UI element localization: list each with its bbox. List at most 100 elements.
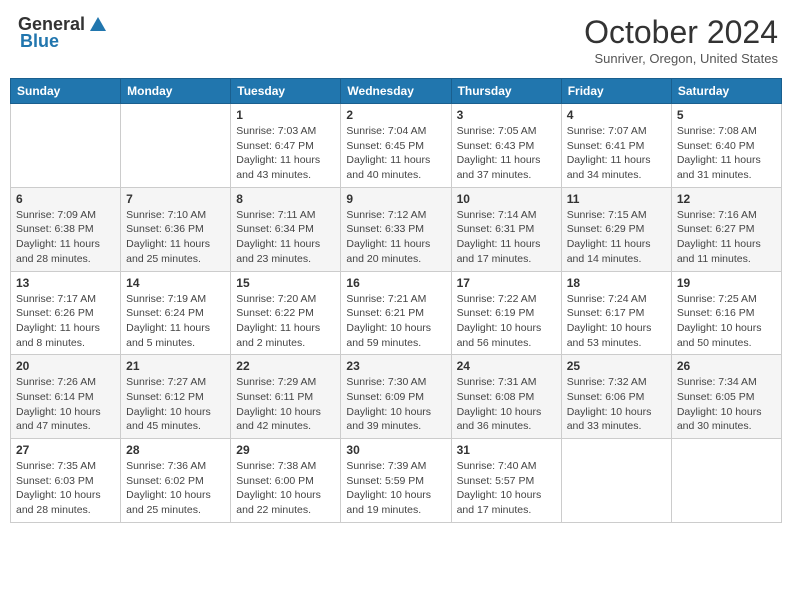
cell-line: Daylight: 11 hours and 43 minutes. (236, 154, 320, 181)
day-of-week-header: Thursday (451, 79, 561, 104)
day-number: 19 (677, 276, 776, 290)
cell-line: Daylight: 10 hours and 59 minutes. (346, 322, 431, 349)
cell-line: Sunrise: 7:36 AM (126, 460, 206, 472)
cell-line: Sunset: 6:29 PM (567, 223, 645, 235)
cell-line: Sunset: 6:08 PM (457, 391, 535, 403)
calendar-cell: 5Sunrise: 7:08 AMSunset: 6:40 PMDaylight… (671, 104, 781, 188)
cell-line: Sunrise: 7:10 AM (126, 209, 206, 221)
calendar-header-row: SundayMondayTuesdayWednesdayThursdayFrid… (11, 79, 782, 104)
calendar-cell: 14Sunrise: 7:19 AMSunset: 6:24 PMDayligh… (121, 271, 231, 355)
cell-line: Sunset: 6:27 PM (677, 223, 755, 235)
cell-line: Daylight: 10 hours and 36 minutes. (457, 406, 542, 433)
cell-content: Sunrise: 7:10 AMSunset: 6:36 PMDaylight:… (126, 208, 225, 267)
cell-line: Daylight: 10 hours and 33 minutes. (567, 406, 652, 433)
page-header: General Blue October 2024 Sunriver, Oreg… (10, 10, 782, 70)
calendar-week-row: 6Sunrise: 7:09 AMSunset: 6:38 PMDaylight… (11, 187, 782, 271)
cell-line: Daylight: 10 hours and 28 minutes. (16, 489, 101, 516)
cell-content: Sunrise: 7:22 AMSunset: 6:19 PMDaylight:… (457, 292, 556, 351)
day-number: 20 (16, 359, 115, 373)
cell-line: Sunrise: 7:11 AM (236, 209, 315, 221)
cell-content: Sunrise: 7:11 AMSunset: 6:34 PMDaylight:… (236, 208, 335, 267)
day-number: 24 (457, 359, 556, 373)
cell-content: Sunrise: 7:29 AMSunset: 6:11 PMDaylight:… (236, 375, 335, 434)
cell-line: Daylight: 10 hours and 25 minutes. (126, 489, 211, 516)
cell-line: Sunrise: 7:03 AM (236, 125, 316, 137)
cell-line: Daylight: 10 hours and 30 minutes. (677, 406, 762, 433)
day-number: 31 (457, 443, 556, 457)
cell-line: Sunrise: 7:26 AM (16, 376, 96, 388)
day-number: 12 (677, 192, 776, 206)
cell-line: Sunrise: 7:35 AM (16, 460, 96, 472)
calendar-cell: 10 Sunrise: 7:14 AMSunset: 6:31 PMDayligh… (451, 187, 561, 271)
logo-icon (88, 15, 108, 35)
cell-line: Sunrise: 7:20 AM (236, 293, 316, 305)
cell-line: Daylight: 10 hours and 17 minutes. (457, 489, 542, 516)
cell-content: Sunrise: 7:20 AMSunset: 6:22 PMDaylight:… (236, 292, 335, 351)
cell-line: Sunrise: 7:39 AM (346, 460, 426, 472)
cell-line: Sunrise: 7:27 AM (126, 376, 206, 388)
cell-line: Sunset: 6:12 PM (126, 391, 204, 403)
cell-line: Sunset: 6:11 PM (236, 391, 313, 403)
cell-content: Sunrise: 7:35 AM Sunset: 6:03 PM Daylight:… (16, 459, 115, 518)
location-text: Sunriver, Oregon, United States (584, 51, 778, 66)
day-number: 23 (346, 359, 445, 373)
cell-line: Sunrise: 7:32 AM (567, 376, 647, 388)
calendar-week-row: 20 Sunrise: 7:26 AM Sunset: 6:14 PM Dayligh… (11, 355, 782, 439)
cell-line: Sunset: 6:33 PM (346, 223, 424, 235)
cell-line: Daylight: 11 hours and 31 minutes. (677, 154, 761, 181)
cell-line: Sunset: 6:31 PM (457, 223, 535, 235)
cell-content: Sunrise: 7:09 AMSunset: 6:38 PMDaylight:… (16, 208, 115, 267)
cell-content: Sunrise: 7:34 AMSunset: 6:05 PMDaylight:… (677, 375, 776, 434)
cell-content: Sunrise: 7:36 AMSunset: 6:02 PMDaylight:… (126, 459, 225, 518)
calendar-cell: 16Sunrise: 7:21 AMSunset: 6:21 PMDayligh… (341, 271, 451, 355)
cell-content: Sunrise: 7:03 AMSunset: 6:47 PMDaylight:… (236, 124, 335, 183)
cell-line: Sunrise: 7:16 AM (677, 209, 757, 221)
calendar-cell (121, 104, 231, 188)
cell-line: Sunrise: 7:40 AM (457, 460, 537, 472)
cell-line: Sunset: 6:45 PM (346, 140, 424, 152)
cell-line: Sunset: 6:22 PM (236, 307, 314, 319)
calendar-cell: 30Sunrise: 7:39 AMSunset: 5:59 PMDayligh… (341, 439, 451, 523)
cell-line: Sunset: 6:03 PM (16, 475, 94, 487)
day-number: 27 (16, 443, 115, 457)
day-number: 18 (567, 276, 666, 290)
cell-line: Sunrise: 7:19 AM (126, 293, 206, 305)
cell-line: Sunset: 6:14 PM (16, 391, 94, 403)
cell-content: Sunrise: 7:08 AMSunset: 6:40 PMDaylight:… (677, 124, 776, 183)
calendar-cell: 12Sunrise: 7:16 AMSunset: 6:27 PMDayligh… (671, 187, 781, 271)
month-title: October 2024 (584, 14, 778, 51)
calendar-cell (11, 104, 121, 188)
calendar-cell: 7Sunrise: 7:10 AMSunset: 6:36 PMDaylight… (121, 187, 231, 271)
cell-line: Sunset: 6:41 PM (567, 140, 645, 152)
calendar-cell: 23Sunrise: 7:30 AMSunset: 6:09 PMDayligh… (341, 355, 451, 439)
cell-line: Daylight: 10 hours and 53 minutes. (567, 322, 652, 349)
cell-line: Sunrise: 7:05 AM (457, 125, 537, 137)
cell-line: Daylight: 10 hours and 47 minutes. (16, 406, 101, 433)
cell-content: Sunrise: 7:38 AMSunset: 6:00 PMDaylight:… (236, 459, 335, 518)
cell-line: Sunrise: 7:38 AM (236, 460, 316, 472)
cell-line: Sunrise: 7:17 AM (16, 293, 96, 305)
cell-line: Sunset: 6:00 PM (236, 475, 314, 487)
day-number: 14 (126, 276, 225, 290)
logo-blue-text: Blue (20, 31, 59, 52)
cell-line: Daylight: 11 hours and 17 minutes. (457, 238, 541, 265)
cell-content: Sunrise: 7:39 AMSunset: 5:59 PMDaylight:… (346, 459, 445, 518)
cell-content: Sunrise: 7:25 AMSunset: 6:16 PMDaylight:… (677, 292, 776, 351)
calendar-cell: 27 Sunrise: 7:35 AM Sunset: 6:03 PM Dayligh… (11, 439, 121, 523)
logo: General Blue (18, 14, 108, 52)
calendar-cell: 11Sunrise: 7:15 AMSunset: 6:29 PMDayligh… (561, 187, 671, 271)
cell-line: Daylight: 10 hours and 45 minutes. (126, 406, 211, 433)
cell-line: Sunrise: 7:30 AM (346, 376, 426, 388)
cell-line: Sunset: 6:26 PM (16, 307, 94, 319)
day-number: 10 (457, 192, 556, 206)
calendar-cell: 18Sunrise: 7:24 AMSunset: 6:17 PMDayligh… (561, 271, 671, 355)
cell-line: Sunrise: 7:09 AM (16, 209, 96, 221)
cell-content: Sunrise: 7:14 AMSunset: 6:31 PMDaylight:… (457, 208, 556, 267)
cell-line: Sunrise: 7:24 AM (567, 293, 647, 305)
cell-line: Daylight: 10 hours and 19 minutes. (346, 489, 431, 516)
cell-line: Daylight: 11 hours and 25 minutes. (126, 238, 210, 265)
cell-content: Sunrise: 7:40 AMSunset: 5:57 PMDaylight:… (457, 459, 556, 518)
cell-line: Daylight: 11 hours and 14 minutes. (567, 238, 651, 265)
calendar-cell: 15Sunrise: 7:20 AMSunset: 6:22 PMDayligh… (231, 271, 341, 355)
title-block: October 2024 Sunriver, Oregon, United St… (584, 14, 778, 66)
